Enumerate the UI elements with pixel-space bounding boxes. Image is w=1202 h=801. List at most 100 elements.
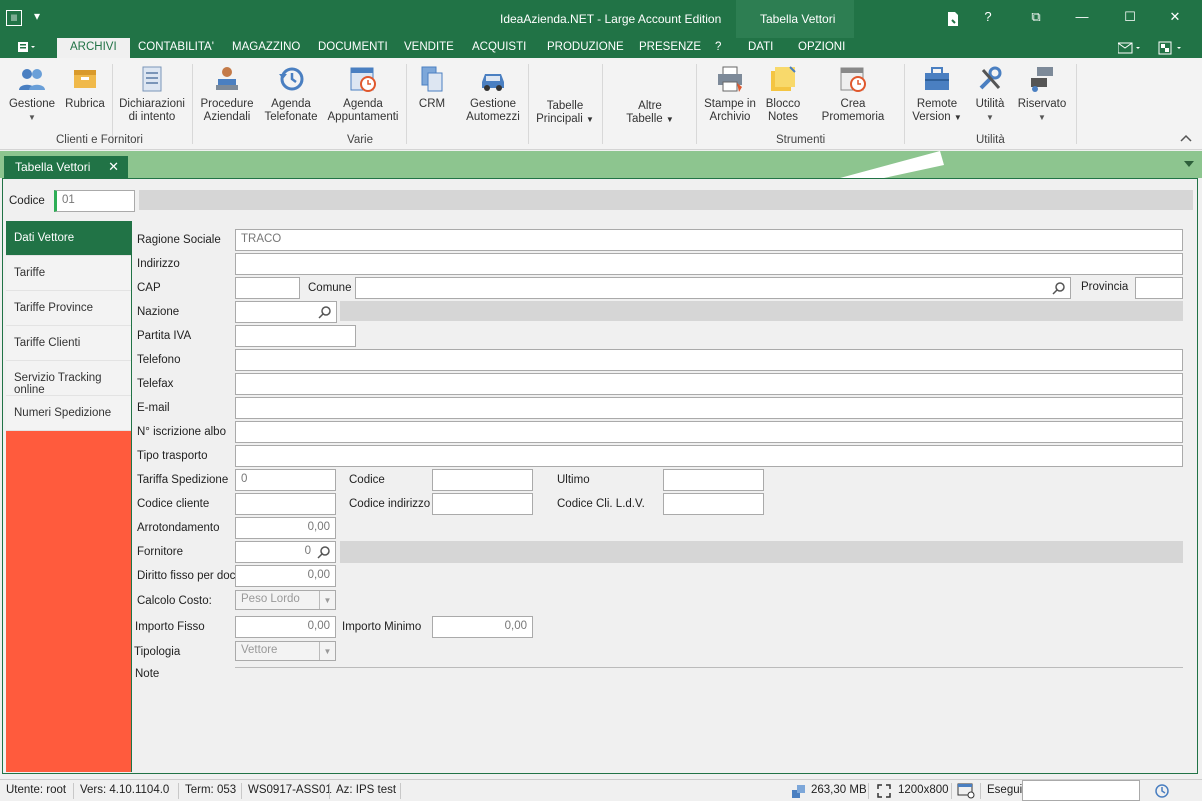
agenda-appuntamenti-button[interactable]: Agenda Appuntamenti [327, 64, 399, 124]
tab-archivi[interactable]: ARCHIVI [57, 38, 130, 58]
mail-icon[interactable] [1118, 42, 1144, 54]
chevron-down-icon: ▼ [28, 113, 36, 122]
iscrizione-albo-input[interactable] [235, 421, 1183, 443]
layout-icon[interactable] [1158, 41, 1186, 55]
codice-secondary-input[interactable] [432, 469, 533, 491]
telefono-input[interactable] [235, 349, 1183, 371]
search-icon[interactable] [318, 305, 332, 319]
ribbon: Gestione ▼ Rubrica Dichiarazioni di inte… [0, 58, 1202, 150]
arrotondamento-input[interactable]: 0,00 [235, 517, 336, 539]
chevron-down-icon[interactable]: ▼ [319, 642, 335, 660]
chevron-down-icon[interactable]: ▼ [319, 591, 335, 609]
codice-cliente-label: Codice cliente [137, 498, 210, 510]
utilita-button[interactable]: Utilità ▼ [972, 64, 1008, 124]
search-icon[interactable] [1052, 281, 1066, 295]
cap-input[interactable] [235, 277, 300, 299]
restore-ribbon-button[interactable]: ⧉ [1026, 9, 1046, 25]
automezzi-button[interactable]: Gestione Automezzi [462, 64, 524, 124]
group-label-varie: Varie [347, 134, 373, 146]
nav-tariffe[interactable]: Tariffe [6, 256, 131, 291]
procedure-button[interactable]: Procedure Aziendali [198, 64, 256, 124]
close-icon[interactable]: ✕ [108, 159, 119, 175]
partita-iva-input[interactable] [235, 325, 356, 347]
tab-vendite[interactable]: VENDITE [404, 41, 454, 53]
agenda-telefonate-button[interactable]: Agenda Telefonate [262, 64, 320, 124]
codice-input[interactable]: 01 [54, 190, 135, 212]
telefax-input[interactable] [235, 373, 1183, 395]
tab-dati[interactable]: DATI [748, 41, 773, 53]
tab-magazzino[interactable]: MAGAZZINO [232, 41, 300, 53]
ragione-sociale-input[interactable]: TRACO [235, 229, 1183, 251]
ultimo-input[interactable] [663, 469, 764, 491]
group-label-clienti: Clienti e Fornitori [56, 134, 143, 146]
iscrizione-albo-label: N° iscrizione albo [137, 426, 226, 438]
status-separator [329, 783, 330, 799]
help-button[interactable]: ? [978, 9, 998, 24]
tabs-dropdown-icon[interactable] [1184, 161, 1194, 167]
codice-description-field [139, 190, 1193, 210]
tipologia-select[interactable]: Vettore ▼ [235, 641, 336, 661]
tab-contabilita[interactable]: CONTABILITA' [138, 41, 214, 53]
crea-promemoria-button[interactable]: Crea Promemoria [810, 64, 896, 124]
codice-cliente-input[interactable] [235, 493, 336, 515]
nav-servizio-tracking[interactable]: Servizio Tracking online [6, 361, 131, 396]
doc-tab-tabella-vettori[interactable]: Tabella Vettori ✕ [4, 156, 128, 178]
fornitore-input[interactable]: 0 [235, 541, 336, 563]
dichiarazioni-button[interactable]: Dichiarazioni di intento [118, 64, 186, 124]
file-menu-button[interactable] [18, 41, 38, 56]
note-separator [235, 667, 1183, 668]
tipo-trasporto-input[interactable] [235, 445, 1183, 467]
maximize-button[interactable]: ☐ [1120, 9, 1140, 25]
document-list-icon [142, 66, 162, 92]
codice-cli-ldv-input[interactable] [663, 493, 764, 515]
tariffa-spedizione-input[interactable]: 0 [235, 469, 336, 491]
tab-produzione[interactable]: PRODUZIONE [547, 41, 624, 53]
quick-access-dropdown-icon[interactable]: ▾ [34, 9, 40, 23]
tab-help[interactable]: ? [715, 41, 721, 53]
gestione-button[interactable]: Gestione ▼ [8, 64, 56, 124]
fullscreen-icon[interactable] [877, 784, 891, 798]
menu-bar: ARCHIVI CONTABILITA' MAGAZZINO DOCUMENTI… [0, 38, 1202, 58]
document-icon[interactable] [946, 11, 960, 27]
nav-dati-vettore[interactable]: Dati Vettore [6, 221, 131, 256]
context-tab-title: Tabella Vettori [760, 12, 836, 26]
provincia-input[interactable] [1135, 277, 1183, 299]
stampe-archivio-button[interactable]: Stampe in Archivio [702, 64, 758, 124]
doc-tab-label: Tabella Vettori [15, 160, 91, 174]
minimize-button[interactable]: — [1072, 9, 1092, 24]
calcolo-costo-select[interactable]: Peso Lordo ▼ [235, 590, 336, 610]
riservato-button[interactable]: Riservato ▼ [1016, 64, 1068, 124]
close-button[interactable]: ✕ [1165, 9, 1185, 25]
altre-tabelle-button[interactable]: Altre Tabelle ▼ [620, 100, 680, 126]
tabelle-principali-button[interactable]: Tabelle Principali ▼ [534, 100, 596, 126]
rubrica-button[interactable]: Rubrica [62, 64, 108, 111]
nav-numeri-spedizione[interactable]: Numeri Spedizione [6, 396, 131, 431]
crm-button[interactable]: CRM [414, 64, 450, 111]
diritto-fisso-input[interactable]: 0,00 [235, 565, 336, 587]
tab-presenze[interactable]: PRESENZE [639, 41, 701, 53]
status-separator [241, 783, 242, 799]
tab-opzioni[interactable]: OPZIONI [798, 41, 845, 53]
nav-tariffe-province[interactable]: Tariffe Province [6, 291, 131, 326]
status-memoria: 263,30 MB [811, 784, 867, 796]
nav-tariffe-clienti[interactable]: Tariffe Clienti [6, 326, 131, 361]
collapse-ribbon-icon[interactable] [1180, 134, 1192, 142]
indirizzo-input[interactable] [235, 253, 1183, 275]
tab-documenti[interactable]: DOCUMENTI [318, 41, 388, 53]
importo-minimo-input[interactable]: 0,00 [432, 616, 533, 638]
esegui-input[interactable] [1022, 780, 1140, 801]
email-input[interactable] [235, 397, 1183, 419]
remote-version-button[interactable]: Remote Version ▼ [910, 64, 964, 124]
search-icon[interactable] [317, 545, 331, 559]
nazione-input[interactable] [235, 301, 337, 323]
codice-indirizzo-input[interactable] [432, 493, 533, 515]
window-settings-icon[interactable] [957, 783, 975, 799]
crm-label: CRM [418, 98, 446, 110]
blocco-notes-button[interactable]: Blocco Notes [762, 64, 804, 124]
clock-icon[interactable] [1154, 783, 1170, 799]
tab-acquisti[interactable]: ACQUISTI [472, 41, 526, 53]
automezzi-label-2: Automezzi [466, 111, 520, 123]
app-logo-icon[interactable]: lll [6, 10, 22, 26]
importo-fisso-input[interactable]: 0,00 [235, 616, 336, 638]
comune-input[interactable] [355, 277, 1071, 299]
